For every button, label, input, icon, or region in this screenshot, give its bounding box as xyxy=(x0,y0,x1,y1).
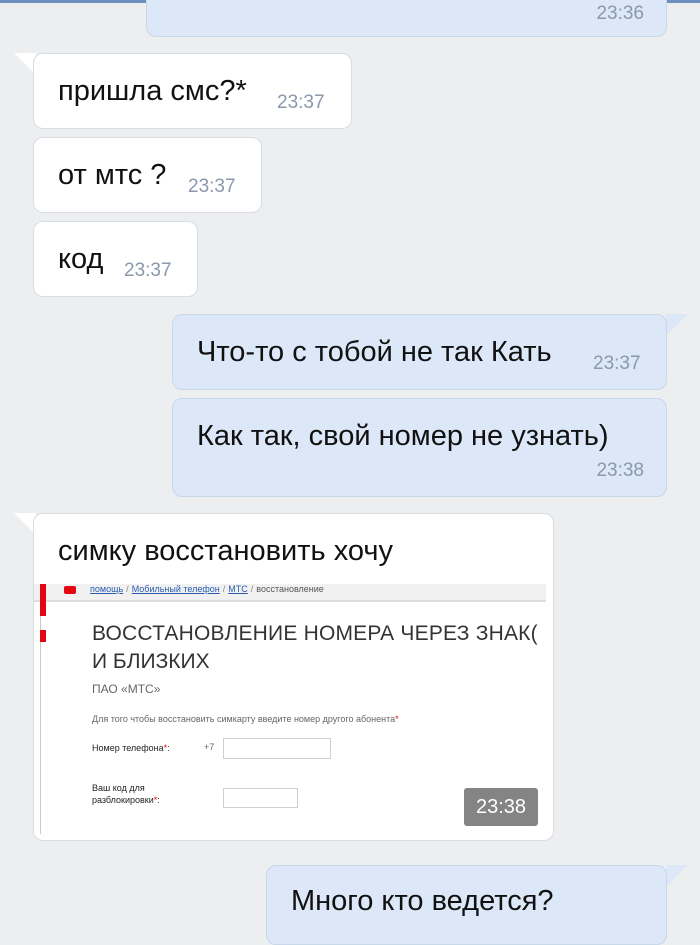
message-text: Как так, свой номер не узнать) xyxy=(197,420,609,452)
message-outgoing[interactable]: Что-то с тобой не так Кать 23:37 xyxy=(172,314,667,390)
message-outgoing[interactable]: Как так, свой номер не узнать) 23:38 xyxy=(172,398,667,497)
message-time: 23:37 xyxy=(188,176,236,197)
company-name: ПАО «МТС» xyxy=(92,682,161,696)
breadcrumb-current: восстановление xyxy=(256,584,324,594)
message-incoming[interactable]: код 23:37 xyxy=(33,221,198,297)
accent-bar xyxy=(40,630,46,642)
message-text: от мтс ? xyxy=(58,159,167,191)
message-time: 23:37 xyxy=(124,260,172,281)
bubble-tail xyxy=(666,865,688,887)
message-outgoing[interactable]: 23:36 xyxy=(146,0,667,37)
message-outgoing[interactable]: Много кто ведется? xyxy=(266,865,667,945)
message-text: симку восстановить хочу xyxy=(58,535,393,567)
message-time: 23:38 xyxy=(596,460,644,481)
phone-field xyxy=(223,738,331,759)
message-time: 23:36 xyxy=(596,3,644,24)
message-text: Много кто ведется? xyxy=(291,885,554,917)
breadcrumb-link: Мобильный телефон xyxy=(131,584,220,594)
message-text: код xyxy=(58,243,104,275)
message-incoming[interactable]: от мтс ? 23:37 xyxy=(33,137,262,213)
code-field xyxy=(223,788,298,808)
phone-label: Номер телефона*: xyxy=(92,743,170,753)
bubble-tail xyxy=(666,314,688,336)
mts-logo-icon xyxy=(64,586,76,594)
breadcrumb-link: МТС xyxy=(228,584,248,594)
divider xyxy=(34,600,546,602)
phone-prefix: +7 xyxy=(204,742,215,752)
message-time: 23:37 xyxy=(593,353,641,374)
breadcrumb-link: помощь xyxy=(90,584,124,594)
breadcrumb: помощь / Мобильный телефон / МТС / восстановле… xyxy=(90,584,324,594)
message-text: пришла смс?* xyxy=(58,75,247,107)
instruction-text: Для того чтобы восстановить симкарту вве… xyxy=(92,714,399,724)
message-time: 23:37 xyxy=(277,92,325,113)
message-text: Что-то с тобой не так Кать xyxy=(197,336,552,368)
message-incoming[interactable]: пришла смс?* 23:37 xyxy=(33,53,352,129)
page-title: ВОССТАНОВЛЕНИЕ НОМЕРА ЧЕРЕЗ ЗНАК( xyxy=(92,622,538,645)
accent-bar xyxy=(40,584,46,616)
page-title-line2: И БЛИЗКИХ xyxy=(92,650,210,673)
code-label: Ваш код для разблокировки*: xyxy=(92,783,160,805)
image-time: 23:38 xyxy=(464,788,538,826)
divider xyxy=(40,584,41,834)
